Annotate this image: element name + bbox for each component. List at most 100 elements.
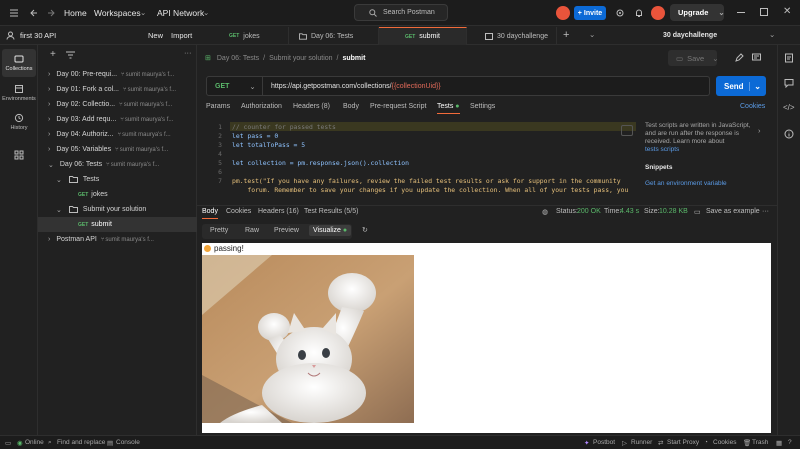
- view-preview[interactable]: Preview: [274, 227, 299, 234]
- comment-icon[interactable]: [752, 53, 761, 62]
- avatar[interactable]: [556, 6, 570, 20]
- start-proxy-button[interactable]: Start Proxy: [667, 439, 699, 446]
- method-select[interactable]: GET ⌄: [207, 77, 263, 95]
- tree-item-postman-api[interactable]: › Postman API ⑂ sumit maurya's f...: [38, 232, 197, 247]
- new-tab-icon[interactable]: +: [563, 29, 569, 41]
- minimize-icon[interactable]: [737, 12, 745, 13]
- tree-folder-submit-solution[interactable]: ⌄ Submit your solution: [38, 202, 197, 217]
- save-as-example-button[interactable]: Save as example: [706, 208, 760, 215]
- chevron-right-icon: ›: [48, 101, 51, 108]
- filter-icon[interactable]: [66, 51, 75, 59]
- tab-headers[interactable]: Headers (8): [293, 103, 330, 110]
- view-pretty[interactable]: Pretty: [210, 227, 228, 234]
- comments-icon[interactable]: [784, 78, 794, 88]
- more-icon[interactable]: ···: [762, 208, 769, 215]
- chevron-down-icon: ⌄: [712, 53, 719, 63]
- size-value: 10.28 KB: [659, 208, 688, 215]
- gear-icon[interactable]: [614, 7, 626, 19]
- info-icon[interactable]: [784, 129, 794, 139]
- tests-scripts-link[interactable]: tests scripts: [645, 146, 765, 154]
- home-link[interactable]: Home: [64, 8, 87, 18]
- workspaces-menu[interactable]: Workspaces: [94, 8, 141, 18]
- tab-authorization[interactable]: Authorization: [241, 103, 282, 110]
- new-button[interactable]: New: [148, 31, 163, 40]
- rail-apps[interactable]: [2, 141, 36, 169]
- tab-pre-request-script[interactable]: Pre-request Script: [370, 103, 426, 110]
- fork-icon: ⑂: [122, 86, 127, 93]
- tree-request-submit[interactable]: GET submit: [38, 217, 197, 232]
- rail-history[interactable]: History: [2, 108, 36, 136]
- snippet-link[interactable]: Get an environment variable: [645, 180, 765, 188]
- test-script-editor[interactable]: 1 // counter for passed tests 2 let pass…: [200, 120, 640, 200]
- runner-button[interactable]: Runner: [631, 439, 652, 446]
- view-raw[interactable]: Raw: [245, 227, 259, 234]
- search-input[interactable]: Search Postman: [354, 4, 448, 21]
- view-visualize[interactable]: Visualize ●: [309, 225, 352, 236]
- chevron-right-icon: ›: [48, 236, 51, 243]
- tab-jokes[interactable]: GET jokes: [197, 27, 289, 45]
- chevron-right-icon: ›: [48, 131, 51, 138]
- edit-icon[interactable]: [735, 53, 744, 62]
- tree-request-jokes[interactable]: GET jokes: [38, 187, 197, 202]
- find-replace-button[interactable]: Find and replace: [57, 439, 105, 446]
- tab-tests[interactable]: Tests ●: [437, 103, 460, 114]
- emoji-icon: [204, 245, 211, 252]
- postbot-button[interactable]: Postbot: [593, 439, 615, 446]
- bell-icon[interactable]: [633, 7, 645, 19]
- maximize-icon[interactable]: [760, 8, 768, 16]
- tree-item-day06[interactable]: ⌄ Day 06: Tests ⑂ sumit maurya's f...: [38, 157, 197, 172]
- tab-params[interactable]: Params: [206, 103, 230, 110]
- console-button[interactable]: Console: [116, 439, 140, 446]
- close-icon[interactable]: ✕: [783, 6, 791, 17]
- beautify-icon[interactable]: [621, 125, 633, 136]
- chevron-down-icon[interactable]: ⌄: [589, 30, 595, 39]
- more-icon[interactable]: ···: [184, 48, 192, 57]
- tab-settings[interactable]: Settings: [470, 103, 495, 110]
- tree-folder-tests[interactable]: ⌄ Tests: [38, 172, 197, 187]
- forward-arrow-icon[interactable]: [45, 7, 57, 19]
- menu-icon[interactable]: [8, 7, 20, 19]
- online-status[interactable]: Online: [25, 439, 44, 446]
- tab-day06-tests[interactable]: Day 06: Tests: [289, 27, 379, 45]
- refresh-icon[interactable]: ↻: [362, 226, 368, 234]
- tab-30daychallenge[interactable]: 30 daychallenge: [467, 27, 557, 45]
- response-tab-body[interactable]: Body: [202, 208, 218, 219]
- rail-collections[interactable]: Collections: [2, 49, 36, 77]
- cookies-button[interactable]: Cookies: [713, 439, 736, 446]
- tree-item-day00[interactable]: › Day 00: Pre-requi... ⑂ sumit maurya's f…: [38, 67, 197, 82]
- chevron-right-icon: ›: [48, 86, 51, 93]
- response-tab-cookies[interactable]: Cookies: [226, 208, 251, 215]
- grid-icon[interactable]: ▦: [776, 439, 782, 447]
- api-network-menu[interactable]: API Network: [157, 8, 204, 18]
- tab-body[interactable]: Body: [343, 103, 359, 110]
- save-button[interactable]: ▭ Save ⌄: [668, 50, 719, 66]
- layout-icon[interactable]: ▭: [5, 439, 11, 447]
- profile-avatar[interactable]: [651, 6, 665, 20]
- url-input[interactable]: https://api.getpostman.com/collections/ …: [271, 83, 441, 90]
- response-tab-headers[interactable]: Headers (16): [258, 208, 299, 215]
- environment-selector[interactable]: 30 daychallenge: [663, 32, 717, 39]
- tree-item-day04[interactable]: › Day 04: Authoriz... ⑂ sumit maurya's f.…: [38, 127, 197, 142]
- plus-icon[interactable]: +: [50, 49, 56, 60]
- import-button[interactable]: Import: [171, 31, 192, 40]
- tree-item-day03[interactable]: › Day 03: Add requ... ⑂ sumit maurya's f.…: [38, 112, 197, 127]
- help-icon[interactable]: ?: [788, 439, 792, 446]
- tab-submit[interactable]: GET submit: [379, 27, 467, 45]
- back-arrow-icon[interactable]: [28, 7, 40, 19]
- chevron-right-icon[interactable]: ›: [758, 126, 761, 135]
- rail-environments[interactable]: Environments: [2, 79, 36, 107]
- folder-icon: [299, 32, 307, 40]
- documentation-icon[interactable]: [784, 53, 794, 63]
- tree-item-day01[interactable]: › Day 01: Fork a col... ⑂ sumit maurya's …: [38, 82, 197, 97]
- cookies-link[interactable]: Cookies: [740, 103, 765, 110]
- chevron-down-icon: ⌄: [769, 30, 776, 39]
- code-icon[interactable]: </>: [783, 103, 795, 112]
- request-tabs-bar: GET jokes Day 06: Tests GET submit 30 dayc…: [197, 27, 800, 45]
- invite-button[interactable]: + Invite: [574, 6, 606, 20]
- response-tab-test-results[interactable]: Test Results (5/5): [304, 208, 358, 215]
- trash-button[interactable]: Trash: [752, 439, 768, 446]
- tree-item-day05[interactable]: › Day 05: Variables ⑂ sumit maurya's f...: [38, 142, 197, 157]
- upgrade-button[interactable]: Upgrade ⌄: [670, 4, 725, 21]
- tree-item-day02[interactable]: › Day 02: Collectio... ⑂ sumit maurya's f…: [38, 97, 197, 112]
- send-button[interactable]: Send ⌄: [716, 76, 766, 96]
